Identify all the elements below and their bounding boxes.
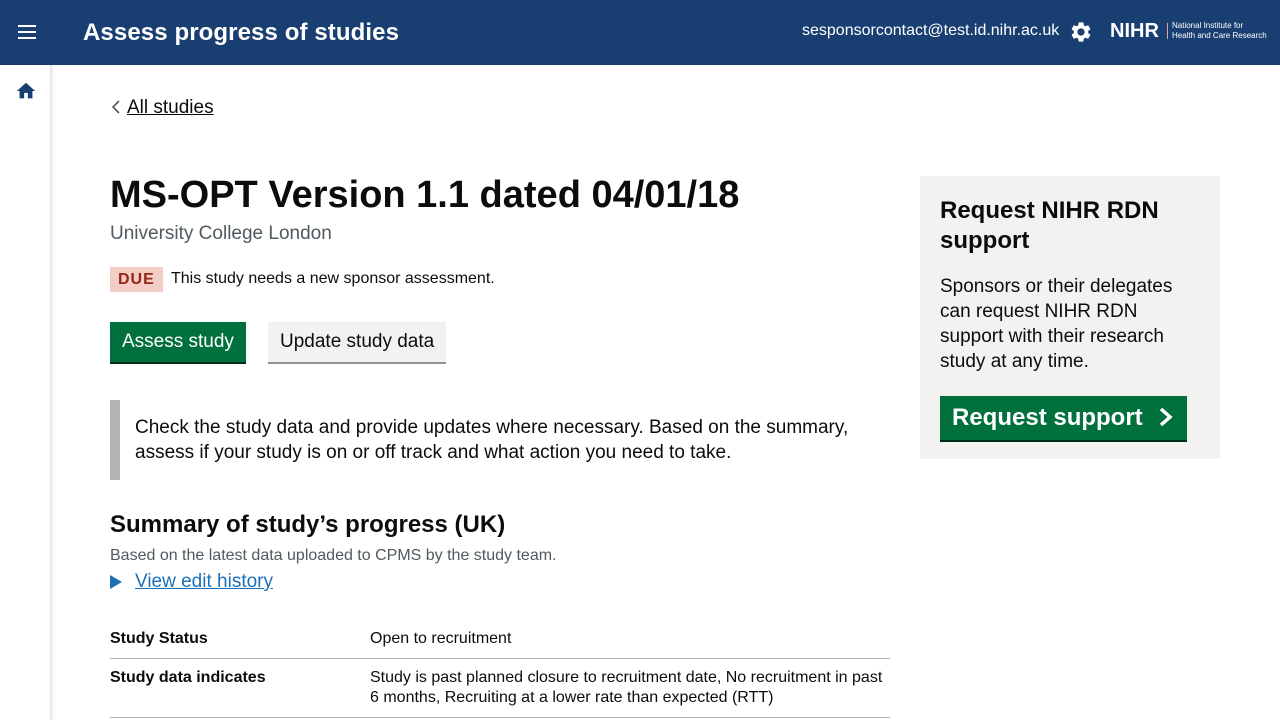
support-heading: Request NIHR RDN support (940, 197, 1159, 254)
summary-row: Study data indicates Study is past plann… (110, 659, 890, 718)
summary-value: Open to recruitment (370, 630, 512, 647)
logo-wordmark: NIHR (1110, 20, 1159, 42)
app-header: Assess progress of studies sesponsorcont… (0, 0, 1280, 65)
status-text: This study needs a new sponsor assessmen… (171, 270, 495, 287)
menu-icon[interactable] (14, 21, 40, 45)
gear-icon[interactable] (1069, 20, 1093, 44)
home-icon[interactable] (15, 80, 37, 102)
logo-divider (1167, 23, 1168, 39)
summary-list: Study Status Open to recruitment Study d… (110, 620, 890, 718)
summary-row: Study Status Open to recruitment (110, 620, 890, 659)
triangle-right-icon (110, 575, 122, 589)
support-panel: Request NIHR RDN support Sponsors or the… (920, 176, 1220, 459)
logo-subtitle: National Institute for Health and Care R… (1172, 21, 1267, 40)
summary-value: Study is past planned closure to recruit… (370, 669, 883, 706)
side-nav (0, 65, 51, 720)
assess-study-button[interactable]: Assess study (110, 322, 246, 362)
support-body: Sponsors or their delegates can request … (940, 276, 1173, 372)
summary-key: Study Status (110, 630, 208, 647)
summary-heading: Summary of study’s progress (UK) (110, 511, 506, 538)
status-badge: DUE (110, 267, 163, 292)
chevron-right-icon (1160, 407, 1173, 427)
summary-subheading: Based on the latest data uploaded to CPM… (110, 547, 557, 564)
all-studies-link[interactable]: All studies (127, 97, 214, 119)
user-email: sesponsorcontact@test.id.nihr.ac.uk (802, 22, 1060, 39)
study-title: MS-OPT Version 1.1 dated 04/01/18 (110, 174, 740, 216)
update-study-data-button[interactable]: Update study data (268, 322, 447, 362)
view-edit-history-link[interactable]: View edit history (135, 571, 273, 593)
request-support-button[interactable]: Request support (940, 396, 1188, 440)
chevron-left-icon (111, 100, 120, 114)
request-support-label: Request support (952, 404, 1143, 431)
summary-key: Study data indicates (110, 669, 266, 686)
app-title[interactable]: Assess progress of studies (83, 19, 399, 47)
inset-text: Check the study data and provide updates… (110, 400, 890, 480)
nihr-logo[interactable]: NIHR National Institute for Health and C… (1110, 20, 1270, 44)
study-organisation: University College London (110, 223, 332, 244)
